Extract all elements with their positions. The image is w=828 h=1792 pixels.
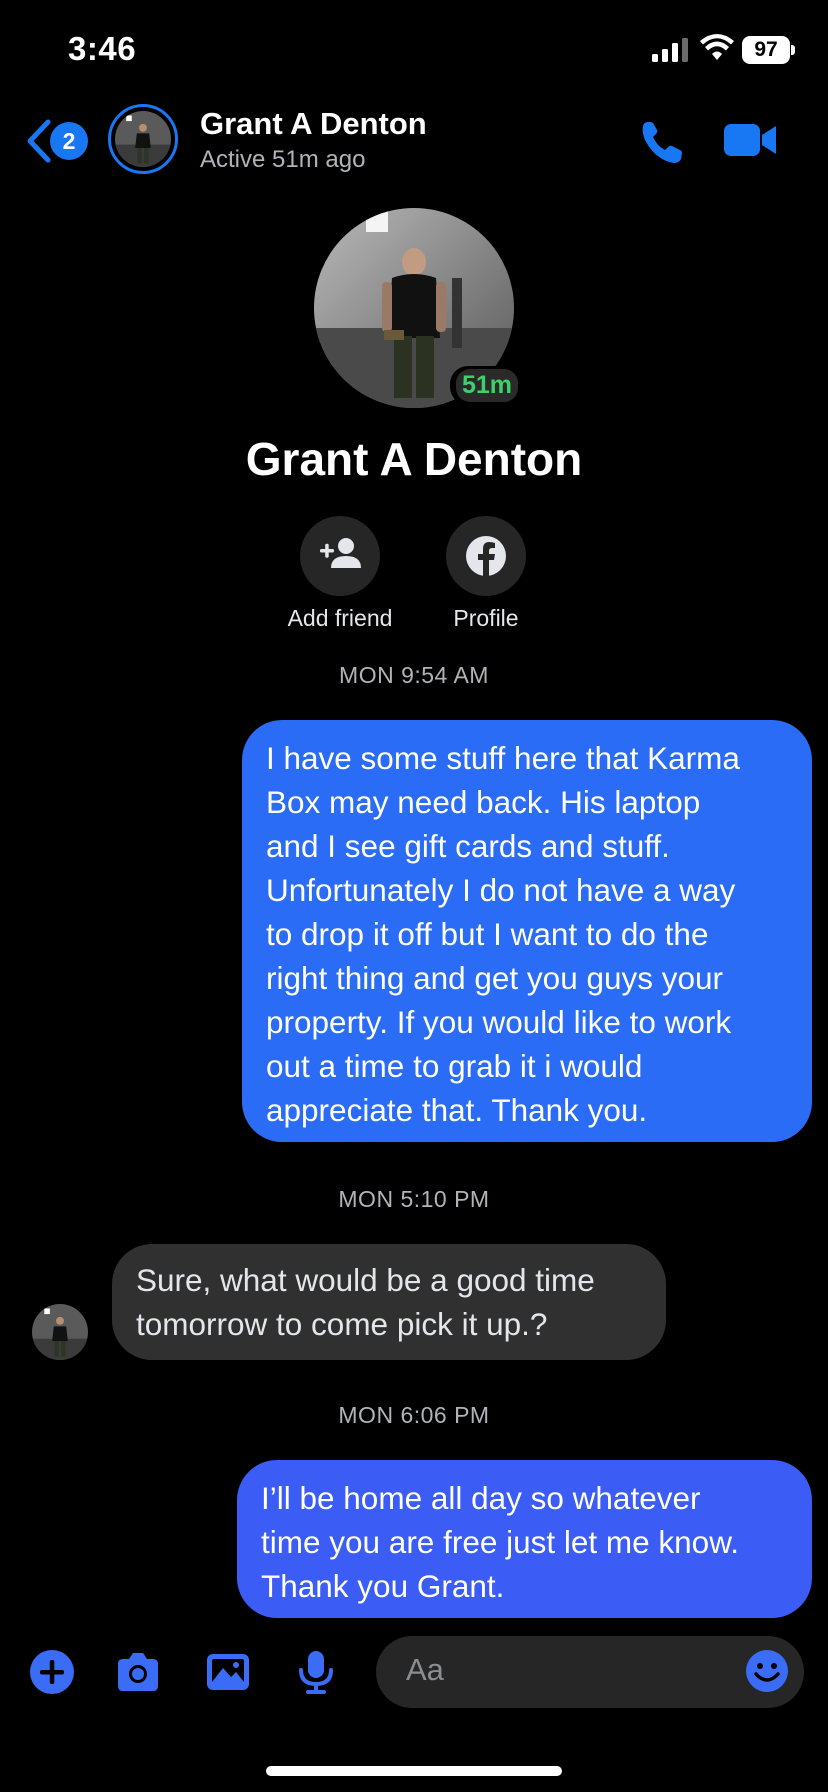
facebook-icon bbox=[466, 536, 506, 576]
back-chevron-icon[interactable] bbox=[24, 118, 52, 164]
profile-button[interactable] bbox=[446, 516, 526, 596]
active-status: Active 51m ago bbox=[200, 146, 366, 173]
battery-tip bbox=[791, 45, 795, 55]
message-line: Unfortunately I do not have a way bbox=[266, 872, 736, 908]
plus-circle-icon[interactable] bbox=[28, 1648, 76, 1696]
avatar-photo bbox=[115, 111, 171, 167]
emoji-icon[interactable] bbox=[744, 1648, 790, 1694]
camera-icon[interactable] bbox=[114, 1648, 162, 1696]
profile-name: Grant A Denton bbox=[245, 433, 583, 485]
timestamp: MON 5:10 PM bbox=[338, 1186, 490, 1212]
message-line: Thank you Grant. bbox=[261, 1568, 505, 1604]
message-line: right thing and get you guys your bbox=[266, 960, 724, 996]
sent-message-bubble[interactable]: I have some stuff here that Karma Box ma… bbox=[242, 720, 812, 1142]
unread-count-badge[interactable]: 2 bbox=[50, 122, 88, 160]
sent-message-bubble[interactable]: I’ll be home all day so whatever time yo… bbox=[237, 1460, 812, 1618]
active-time-badge: 51m bbox=[450, 366, 525, 405]
wifi-icon bbox=[700, 34, 734, 60]
image-icon[interactable] bbox=[204, 1648, 252, 1696]
message-line: property. If you would like to work bbox=[266, 1004, 732, 1040]
microphone-icon[interactable] bbox=[292, 1648, 340, 1696]
received-message-bubble[interactable]: Sure, what would be a good time tomorrow… bbox=[112, 1244, 666, 1360]
sender-avatar-photo bbox=[32, 1304, 88, 1360]
header-avatar[interactable] bbox=[108, 104, 178, 174]
add-friend-label[interactable]: Add friend bbox=[260, 605, 420, 632]
phone-icon[interactable] bbox=[638, 118, 686, 166]
sender-avatar[interactable] bbox=[32, 1304, 88, 1360]
message-line: time you are free just let me know. bbox=[261, 1524, 739, 1560]
add-friend-button[interactable] bbox=[300, 516, 380, 596]
video-camera-icon[interactable] bbox=[722, 120, 778, 160]
message-line: appreciate that. Thank you. bbox=[266, 1092, 648, 1128]
message-line: to drop it off but I want to do the bbox=[266, 916, 709, 952]
conversation-title[interactable]: Grant A Denton bbox=[200, 106, 427, 142]
home-indicator bbox=[266, 1766, 562, 1776]
battery-indicator: 97 bbox=[742, 36, 790, 64]
message-line: tomorrow to come pick it up.? bbox=[136, 1306, 548, 1342]
message-line: Box may need back. His laptop bbox=[266, 784, 701, 820]
message-input-placeholder[interactable]: Aa bbox=[406, 1652, 444, 1688]
message-line: I’ll be home all day so whatever bbox=[261, 1480, 701, 1516]
add-friend-icon bbox=[320, 538, 361, 568]
message-line: out a time to grab it i would bbox=[266, 1048, 643, 1084]
cellular-signal-icon bbox=[652, 38, 688, 62]
timestamp: MON 9:54 AM bbox=[339, 662, 489, 688]
message-line: Sure, what would be a good time bbox=[136, 1262, 595, 1298]
message-line: I have some stuff here that Karma bbox=[266, 740, 740, 776]
timestamp: MON 6:06 PM bbox=[338, 1402, 490, 1428]
profile-label[interactable]: Profile bbox=[406, 605, 566, 632]
status-time: 3:46 bbox=[68, 30, 137, 67]
message-line: and I see gift cards and stuff. bbox=[266, 828, 670, 864]
